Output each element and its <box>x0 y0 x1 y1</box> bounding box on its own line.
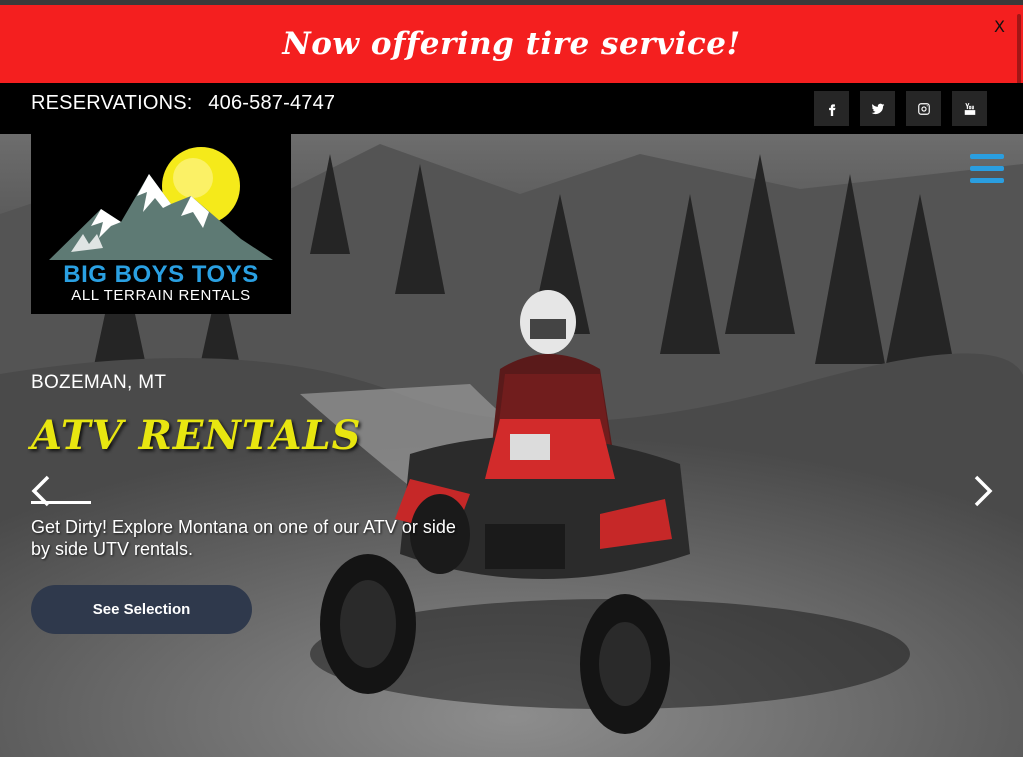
phone-number[interactable]: 406-587-4747 <box>208 92 335 114</box>
facebook-icon <box>828 103 835 116</box>
menu-bar-icon <box>970 166 1004 171</box>
hero-description: Get Dirty! Explore Montana on one of our… <box>31 517 456 559</box>
scrollbar-thumb[interactable] <box>1017 14 1021 84</box>
reservations-label: RESERVATIONS: <box>31 92 193 114</box>
menu-bar-icon <box>970 178 1004 183</box>
menu-bar-icon <box>970 154 1004 159</box>
site-logo[interactable]: BIG BOYS TOYS ALL TERRAIN RENTALS <box>31 134 291 314</box>
instagram-button[interactable] <box>906 91 941 126</box>
headline-divider <box>31 501 91 504</box>
reservations-line: RESERVATIONS: 406-587-4747 <box>31 92 335 115</box>
hero-headline: ATV RENTALS <box>31 412 362 459</box>
logo-subtitle: ALL TERRAIN RENTALS <box>71 287 251 304</box>
youtube-icon <box>964 102 975 115</box>
hero-location: BOZEMAN, MT <box>31 372 167 393</box>
twitter-icon <box>871 103 884 114</box>
twitter-button[interactable] <box>860 91 895 126</box>
mountain-sun-logo-icon <box>49 147 273 260</box>
slider-next-button[interactable] <box>970 474 996 508</box>
promo-text: Now offering tire service! <box>282 26 741 62</box>
top-bar: RESERVATIONS: 406-587-4747 <box>0 83 1023 134</box>
instagram-icon <box>917 102 930 115</box>
promo-banner: Now offering tire service! X <box>0 5 1023 84</box>
youtube-button[interactable] <box>952 91 987 126</box>
promo-close-button[interactable]: X <box>994 17 1005 36</box>
facebook-button[interactable] <box>814 91 849 126</box>
chevron-right-icon <box>974 475 993 507</box>
social-links <box>814 91 987 126</box>
logo-title: BIG BOYS TOYS <box>63 261 259 288</box>
hamburger-menu-button[interactable] <box>970 154 1004 184</box>
see-selection-button[interactable]: See Selection <box>31 585 252 634</box>
